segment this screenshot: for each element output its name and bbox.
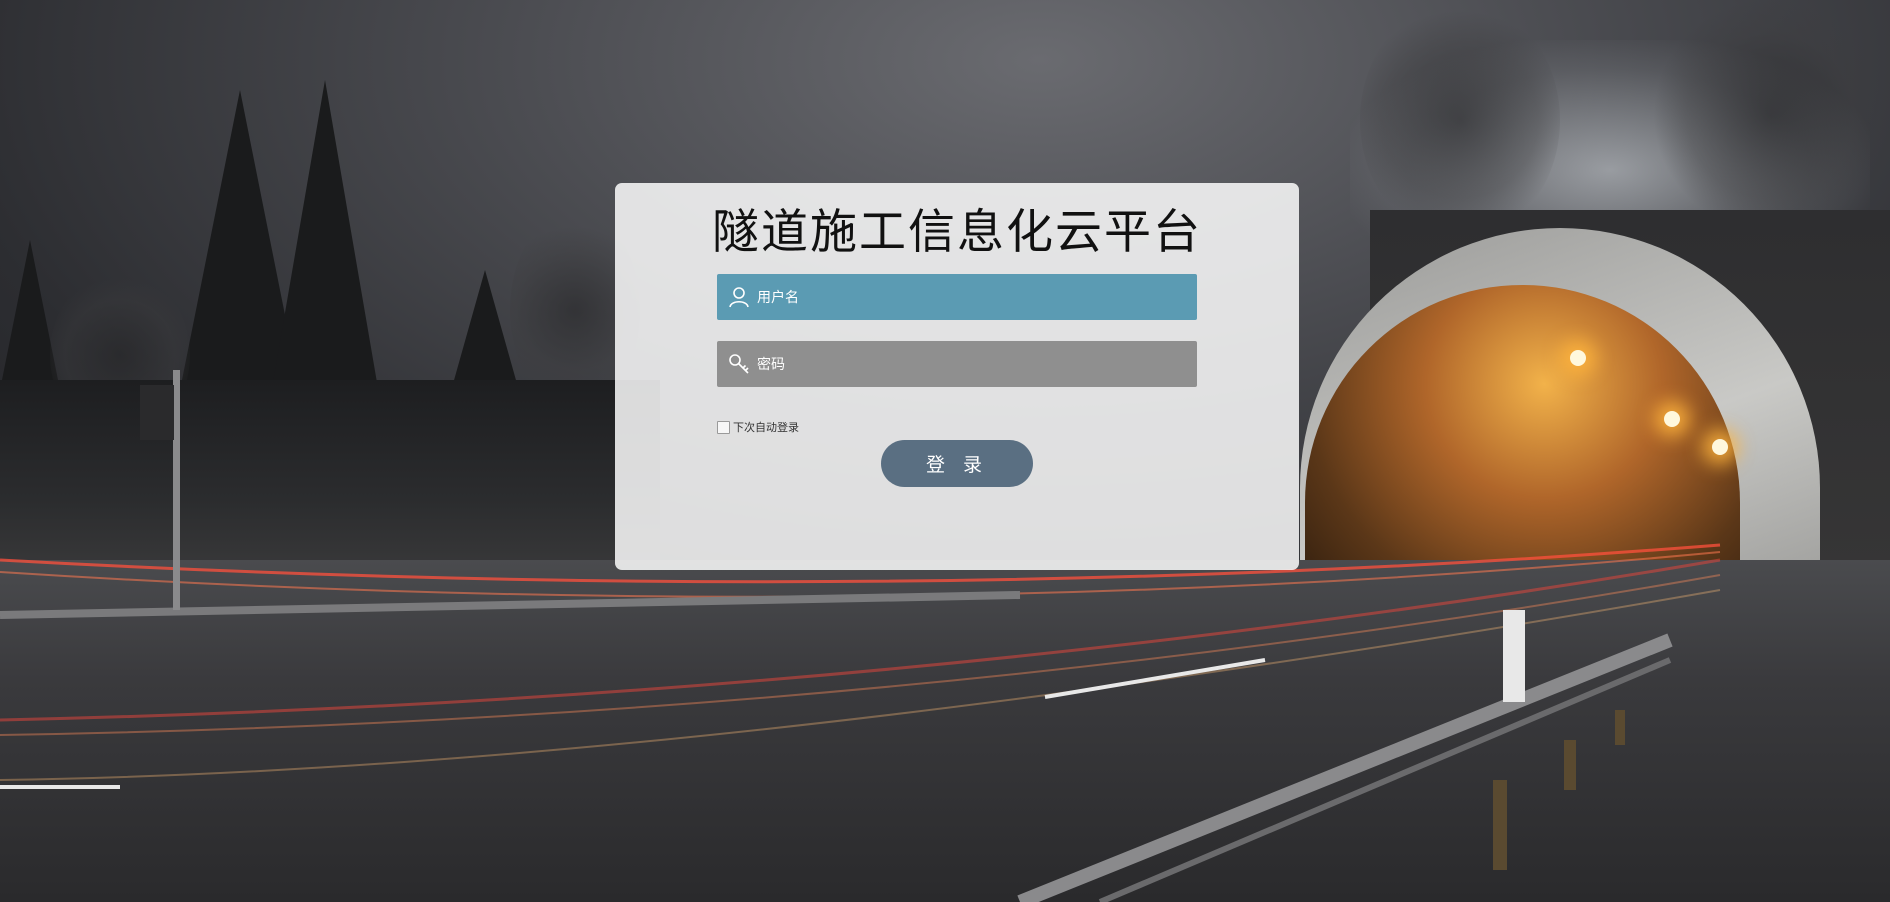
username-field[interactable] [717,274,1197,322]
remember-me[interactable]: 下次自动登录 [717,419,799,435]
page-title: 隧道施工信息化云平台 [712,205,1202,260]
username-input[interactable] [755,274,1189,322]
login-panel: 隧道施工信息化云平台 下次自动登录 登 录 [615,183,1299,570]
password-field[interactable] [717,341,1197,389]
password-input[interactable] [755,341,1189,389]
remember-me-checkbox[interactable] [717,420,730,434]
remember-me-label: 下次自动登录 [733,421,799,434]
login-page: 隧道施工信息化云平台 下次自动登录 登 录 [0,0,1890,902]
login-button[interactable]: 登 录 [881,440,1033,487]
key-icon [727,352,751,376]
user-icon [727,285,751,309]
